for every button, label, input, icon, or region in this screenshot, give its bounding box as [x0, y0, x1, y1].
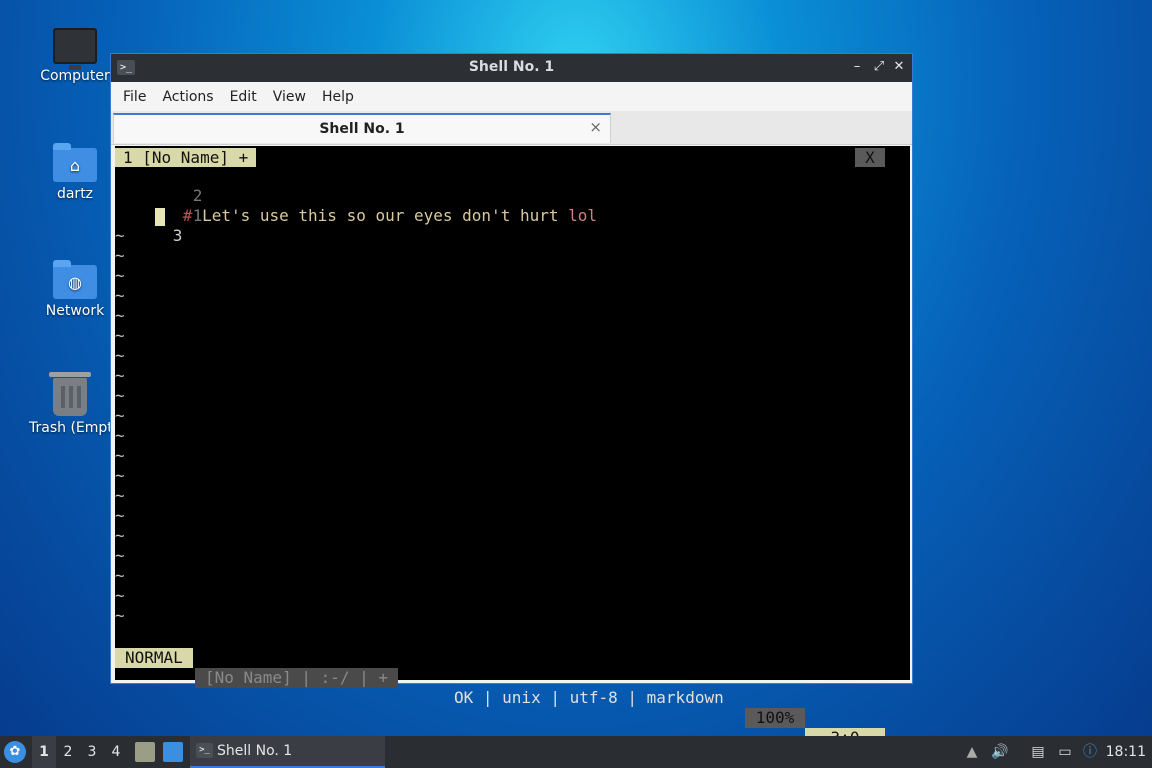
status-percent: 100% [745, 708, 805, 728]
tab-close-icon[interactable]: × [589, 118, 602, 136]
desktop-icon-home[interactable]: ⌂ dartz [27, 140, 123, 202]
tilde-marker: ~ [115, 426, 125, 445]
terminal-task-icon: >_ [196, 743, 213, 758]
tilde-marker: ~ [115, 466, 125, 485]
tilde-marker: ~ [115, 346, 125, 365]
maximize-button[interactable]: ⤢ [870, 58, 888, 76]
minimize-button[interactable]: – [848, 58, 866, 76]
tilde-marker: ~ [115, 546, 125, 565]
tab-label: Shell No. 1 [319, 121, 405, 137]
tilde-marker: ~ [115, 266, 125, 285]
network-folder-icon: ◍ [53, 260, 97, 299]
start-menu-button[interactable]: ✿ [4, 741, 26, 763]
vim-statusline: NORMAL [No Name] | :-/ | + OK | unix | u… [115, 628, 910, 748]
tab-bar: Shell No. 1 × [111, 111, 912, 145]
tilde-marker: ~ [115, 506, 125, 525]
file-manager-launcher-icon[interactable] [135, 742, 155, 762]
menu-edit[interactable]: Edit [222, 89, 265, 105]
taskbar: ✿ 1 2 3 4 >_ Shell No. 1 ▲ 🔊 ▤ ▭ ⓘ 18:11 [0, 736, 1152, 768]
tilde-marker: ~ [115, 286, 125, 305]
menu-file[interactable]: File [115, 89, 154, 105]
line-text: Let's use this so our eyes don't hurt [192, 206, 569, 225]
show-desktop-icon[interactable] [163, 742, 183, 762]
menu-view[interactable]: View [265, 89, 314, 105]
desktop-icon-computer[interactable]: Computer [27, 22, 123, 84]
text-cursor [155, 208, 165, 226]
desktop-icon-trash[interactable]: Trash (Empty) [20, 372, 120, 436]
editor-line: 3 [115, 206, 183, 245]
window-title: Shell No. 1 [468, 59, 555, 75]
desktop-icon-label: Trash (Empty) [29, 420, 120, 436]
tilde-marker: ~ [115, 306, 125, 325]
line-number: 3 [172, 226, 183, 245]
workspace-3[interactable]: 3 [80, 736, 104, 768]
taskbar-task-shell[interactable]: >_ Shell No. 1 [190, 736, 385, 768]
tilde-marker: ~ [115, 326, 125, 345]
network-icon[interactable]: ▭ [1055, 742, 1075, 762]
tilde-marker: ~ [115, 446, 125, 465]
tilde-marker: ~ [115, 606, 125, 625]
workspace-4[interactable]: 4 [104, 736, 128, 768]
desktop-icon-label: Network [45, 303, 105, 319]
tilde-marker: ~ [115, 226, 125, 245]
notification-icon[interactable]: ⓘ [1080, 742, 1100, 762]
desktop-icon-label: Computer [40, 68, 110, 84]
editor-line: 2 # Let's use this so our eyes don't hur… [115, 166, 597, 225]
tilde-marker: ~ [115, 526, 125, 545]
task-label: Shell No. 1 [217, 743, 293, 759]
menu-actions[interactable]: Actions [154, 89, 221, 105]
computer-icon [53, 28, 97, 70]
workspace-1[interactable]: 1 [32, 736, 56, 768]
tilde-marker: ~ [115, 386, 125, 405]
status-info: OK | unix | utf-8 | markdown [454, 688, 724, 707]
clock[interactable]: 18:11 [1106, 736, 1146, 768]
terminal-area[interactable]: 1 [No Name] + X 2 # Let's use this so ou… [115, 146, 910, 748]
editor-line: 1 [115, 186, 203, 225]
volume-icon[interactable]: 🔊 [990, 742, 1010, 762]
line-text-tail: lol [568, 206, 598, 225]
menu-help[interactable]: Help [314, 89, 362, 105]
close-button[interactable]: ✕ [890, 58, 908, 76]
desktop-icon-network[interactable]: ◍ Network [27, 257, 123, 319]
tilde-marker: ~ [115, 246, 125, 265]
tilde-marker: ~ [115, 586, 125, 605]
vim-buffer-close[interactable]: X [855, 148, 885, 167]
clipboard-icon[interactable]: ▤ [1028, 742, 1048, 762]
tilde-marker: ~ [115, 366, 125, 385]
tab-shell-1[interactable]: Shell No. 1 × [113, 113, 611, 143]
menu-bar: File Actions Edit View Help [111, 82, 912, 111]
desktop-icon-label: dartz [56, 186, 94, 202]
tilde-marker: ~ [115, 486, 125, 505]
status-mode: NORMAL [115, 648, 193, 668]
terminal-window: >_ Shell No. 1 – ⤢ ✕ File Actions Edit V… [110, 53, 913, 748]
vim-buffer-tab[interactable]: 1 [No Name] + [115, 148, 257, 167]
tilde-marker: ~ [115, 566, 125, 585]
tray-expand-icon[interactable]: ▲ [962, 742, 982, 762]
workspace-2[interactable]: 2 [56, 736, 80, 768]
window-titlebar[interactable]: >_ Shell No. 1 – ⤢ ✕ [111, 54, 912, 82]
trash-icon [49, 372, 91, 416]
tilde-marker: ~ [115, 406, 125, 425]
home-folder-icon: ⌂ [53, 143, 97, 182]
status-file: [No Name] | :-/ | + [195, 668, 399, 688]
